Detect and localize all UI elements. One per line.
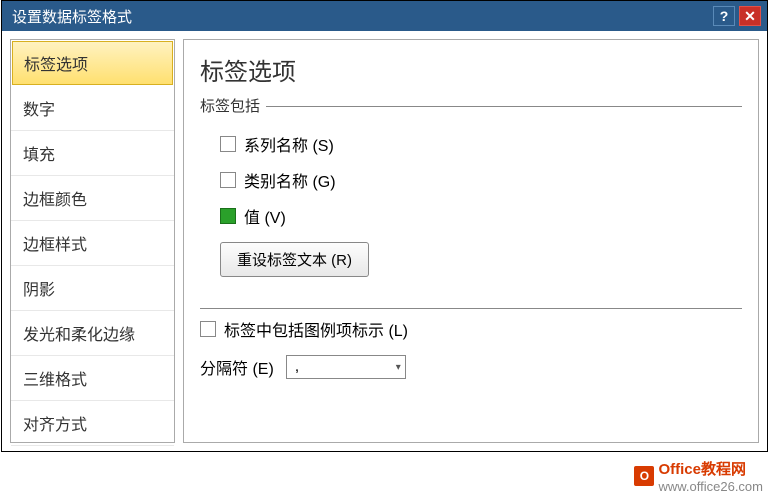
content-panel: 标签选项 标签包括 系列名称 (S) 类别名称 (G) 值 (V): [183, 39, 759, 443]
checkbox-label: 标签中包括图例项标示 (L): [224, 317, 408, 341]
checkbox-icon: [220, 208, 236, 224]
label-contains-group: 标签包括 系列名称 (S) 类别名称 (G) 值 (V) 重设标签文本 (R): [200, 95, 742, 281]
sidebar: 标签选项 数字 填充 边框颜色 边框样式 阴影 发光和柔化边缘 三维格式 对齐方…: [10, 39, 175, 443]
checkbox-icon: [220, 136, 236, 152]
help-button[interactable]: ?: [713, 6, 735, 26]
close-button[interactable]: ✕: [739, 6, 761, 26]
watermark-url: www.office26.com: [658, 479, 763, 494]
checkbox-row-value[interactable]: 值 (V): [220, 198, 742, 234]
checkbox-row-series-name[interactable]: 系列名称 (S): [220, 126, 742, 162]
watermark: O Office教程网 www.office26.com: [634, 458, 763, 494]
watermark-brand: Office教程网: [658, 458, 763, 479]
sidebar-item-number[interactable]: 数字: [11, 86, 174, 131]
checkbox-label: 值 (V): [244, 204, 286, 228]
sidebar-item-border-color[interactable]: 边框颜色: [11, 176, 174, 221]
checkbox-label: 类别名称 (G): [244, 168, 336, 192]
chevron-down-icon: ▾: [396, 362, 401, 373]
watermark-logo-icon: O: [634, 466, 654, 486]
sidebar-item-fill[interactable]: 填充: [11, 131, 174, 176]
dialog: 设置数据标签格式 ? ✕ 标签选项 数字 填充 边框颜色 边框样式 阴影 发光和…: [1, 0, 768, 452]
divider: [200, 106, 742, 107]
panel-title: 标签选项: [200, 52, 742, 87]
sidebar-item-alignment[interactable]: 对齐方式: [11, 401, 174, 446]
lower-group: 标签中包括图例项标示 (L) 分隔符 (E) , ▾: [200, 297, 742, 379]
sidebar-item-3d-format[interactable]: 三维格式: [11, 356, 174, 401]
dialog-body: 标签选项 数字 填充 边框颜色 边框样式 阴影 发光和柔化边缘 三维格式 对齐方…: [2, 31, 767, 451]
reset-label-text-button[interactable]: 重设标签文本 (R): [220, 242, 369, 277]
titlebar-buttons: ? ✕: [713, 6, 761, 26]
sidebar-item-border-style[interactable]: 边框样式: [11, 221, 174, 266]
separator-row: 分隔符 (E) , ▾: [200, 347, 742, 379]
checkbox-row-legend-key[interactable]: 标签中包括图例项标示 (L): [200, 311, 742, 347]
titlebar: 设置数据标签格式 ? ✕: [2, 1, 767, 31]
sidebar-item-shadow[interactable]: 阴影: [11, 266, 174, 311]
group-legend: 标签包括: [200, 95, 266, 116]
watermark-text: Office教程网 www.office26.com: [658, 458, 763, 494]
checkbox-row-category-name[interactable]: 类别名称 (G): [220, 162, 742, 198]
checkbox-icon: [220, 172, 236, 188]
separator-select[interactable]: , ▾: [286, 355, 406, 379]
sidebar-item-label-options[interactable]: 标签选项: [12, 41, 173, 85]
dialog-title: 设置数据标签格式: [8, 6, 132, 27]
sidebar-item-glow[interactable]: 发光和柔化边缘: [11, 311, 174, 356]
group-content: 系列名称 (S) 类别名称 (G) 值 (V) 重设标签文本 (R): [200, 116, 742, 281]
select-value: ,: [295, 358, 299, 376]
divider: [200, 308, 742, 309]
checkbox-label: 系列名称 (S): [244, 132, 334, 156]
checkbox-icon: [200, 321, 216, 337]
separator-label: 分隔符 (E): [200, 355, 274, 379]
